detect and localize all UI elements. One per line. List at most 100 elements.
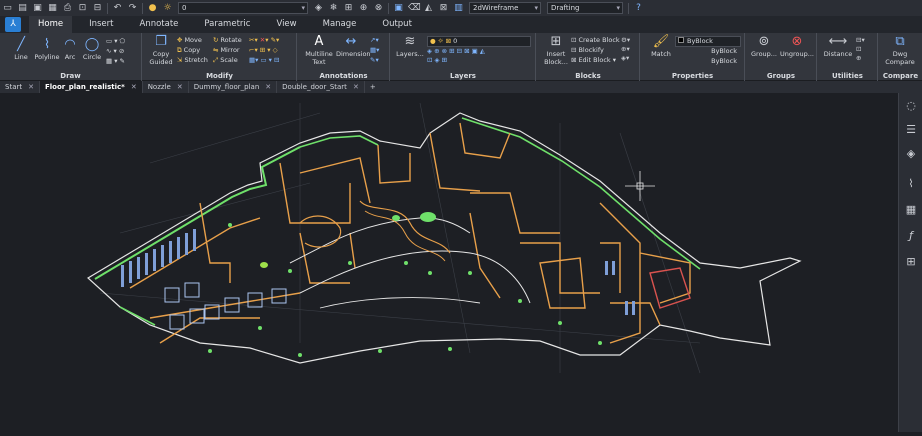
open-file-icon[interactable]: ▤ [17,3,28,14]
structure-tree-icon[interactable]: ⊞ [904,255,918,269]
insert-block-tool[interactable]: ⊞ Insert Block... [543,34,569,66]
print-icon[interactable]: ⎙ [62,3,73,14]
doc-tab-start[interactable]: Start ✕ [0,81,40,93]
close-icon[interactable]: ✕ [353,81,359,93]
move-button[interactable]: ✥ Move [177,36,202,45]
layer-combo-ribbon[interactable]: ● ☼ ⊠ 0 [427,36,531,47]
close-icon[interactable]: ✕ [131,81,137,93]
doc-tab-double-door[interactable]: Double_door_Start ✕ [277,81,365,93]
help-icon[interactable]: ? [633,3,644,14]
tab-output[interactable]: Output [373,16,421,33]
scale-button[interactable]: ⤢ Scale [213,56,238,65]
match-tool[interactable]: 🖌 Match [647,34,675,58]
rotate-icon: ↻ [213,36,219,44]
new-tab-button[interactable]: + [365,81,381,93]
copy-label: Copy [183,46,201,54]
formula-icon[interactable]: ƒ [904,229,918,243]
chevron-down-icon: ▾ [534,4,538,12]
tab-insert[interactable]: Insert [80,16,122,33]
close-icon[interactable]: ✕ [28,81,34,93]
visual-style-icon[interactable]: ◭ [423,3,434,14]
drawing-canvas[interactable] [0,93,898,432]
layer-combo[interactable]: 0 ▾ [178,2,308,14]
layers-tool[interactable]: ≋ Layers... [396,34,424,58]
leader-icon[interactable]: ↗▾ [370,36,379,45]
layer-tools-row1[interactable]: ◈ ⊕ ⊗ ⊞ ⊟ ⊠ ▣ ◭ [427,47,485,56]
tab-annotate[interactable]: Annotate [131,16,188,33]
rotate-button[interactable]: ↻ Rotate [213,36,242,45]
app-logo-icon[interactable]: ⅄ [5,17,21,32]
workspace-combo[interactable]: Drafting ▾ [547,2,623,14]
dwg-compare-tool[interactable]: ⧉ Dwg Compare [881,34,919,66]
lineweight-combo[interactable]: ByBlock [675,57,741,66]
layer-tools-row2[interactable]: ⊡ ◈ ⊞ [427,56,447,65]
fillet-icon[interactable]: ⌐▾ ⊞ ▾ ◇ [249,46,278,55]
doc-tab-label: Floor_plan_realistic* [44,83,125,91]
spline-icon[interactable]: ∿ ▾ ⊘ [106,47,124,56]
doc-tab-floor-plan[interactable]: Floor_plan_realistic* ✕ [39,81,143,93]
save-as-icon[interactable]: ▦ [47,3,58,14]
rectangle-icon[interactable]: ▭ ▾ ⬠ [106,37,125,46]
erase-icon[interactable]: ⌫ [408,3,421,14]
dimension-tool[interactable]: ↔ Dimension [336,34,371,58]
viewport-icon[interactable]: ▣ [393,3,404,14]
layers-panel-title: Layers [450,72,476,80]
named-views-icon[interactable]: ⊠ [438,3,449,14]
layer-iso-icon[interactable]: ⊕ [358,3,369,14]
tab-view[interactable]: View [267,16,305,33]
properties-panel-title: Properties [671,72,714,80]
layer-match-icon[interactable]: ⊞ [343,3,354,14]
multiline-text-tool[interactable]: A Multiline Text [304,34,334,66]
block-attrs-icon[interactable]: ⚙▾ ⊕▾ ◈▾ [621,36,630,63]
polyline-tool[interactable]: ⌇ Polyline [33,37,61,61]
tab-home[interactable]: Home [29,16,73,33]
undo-icon[interactable]: ↶ [112,3,123,14]
arc-tool[interactable]: ◠ Arc [61,37,79,61]
color-combo[interactable]: ByBlock [675,36,741,47]
publish-icon[interactable]: ⊟ [92,3,103,14]
distance-label: Distance [823,50,853,58]
attachment-icon[interactable]: ⌇ [904,177,918,191]
blocks-panel: ⊞ Insert Block... ⊡ Create Block ⊟ Blockify… [537,33,640,81]
stretch-button[interactable]: ⇲ Stretch [177,56,208,65]
line-tool[interactable]: ╱ Line [10,37,32,61]
hatch-panel-icon[interactable]: ▦ [904,203,918,217]
properties-sliders-icon[interactable]: ☰ [904,123,918,137]
copy-button[interactable]: ⧉ Copy [177,46,200,55]
hatch-icon[interactable]: ▦ ▾ ✎ [106,57,125,66]
mirror-button[interactable]: ⇋ Mirror [213,46,240,55]
tab-manage[interactable]: Manage [314,16,366,33]
array-icon[interactable]: ▦▾ ▭ ▾ ⊟ [249,56,279,65]
layers-stack-icon[interactable]: ◈ [904,147,918,161]
close-icon[interactable]: ✕ [265,81,271,93]
new-file-icon[interactable]: ▭ [2,3,13,14]
markup-icon[interactable]: ✎▾ [370,56,379,65]
blockify-button[interactable]: ⊟ Blockify [571,46,604,55]
match-icon: 🖌 [652,34,670,49]
copy-guided-tool[interactable]: ❐ Copy Guided [147,34,175,66]
lineweight-value: ByBlock [711,57,737,65]
create-block-button[interactable]: ⊡ Create Block [571,36,620,45]
edit-block-button[interactable]: ⊠ Edit Block ▾ [571,56,616,65]
wireframe-icon[interactable]: ▥ [453,3,464,14]
circle-tool[interactable]: ◯ Circle [81,37,103,61]
layer-freeze-icon[interactable]: ❄ [328,3,339,14]
trim-icon[interactable]: ✂▾ ✕▾ ✎▾ [249,36,279,45]
redo-icon[interactable]: ↷ [127,3,138,14]
visual-style-combo[interactable]: 2dWireframe ▾ [469,2,541,14]
distance-tool[interactable]: ⟷ Distance [822,34,854,58]
utilities-small-icons[interactable]: ⊟▾ ⊡ ⊕ [856,36,865,63]
close-icon[interactable]: ✕ [177,81,183,93]
plot-preview-icon[interactable]: ⊡ [77,3,88,14]
ungroup-tool[interactable]: ⊗ Ungroup... [780,34,814,58]
doc-tab-nozzle[interactable]: Nozzle ✕ [143,81,189,93]
save-icon[interactable]: ▣ [32,3,43,14]
doc-tab-dummy[interactable]: Dummy_floor_plan ✕ [189,81,278,93]
match-layer-icon[interactable]: ⊗ [373,3,384,14]
table-icon[interactable]: ▦▾ [370,46,379,55]
layer-state-icon[interactable]: ◈ [313,3,324,14]
linetype-combo[interactable]: ByBlock [675,47,741,56]
tips-bulb-icon[interactable]: ◌ [904,99,918,113]
tab-parametric[interactable]: Parametric [195,16,259,33]
group-tool[interactable]: ⊚ Group... [750,34,778,58]
